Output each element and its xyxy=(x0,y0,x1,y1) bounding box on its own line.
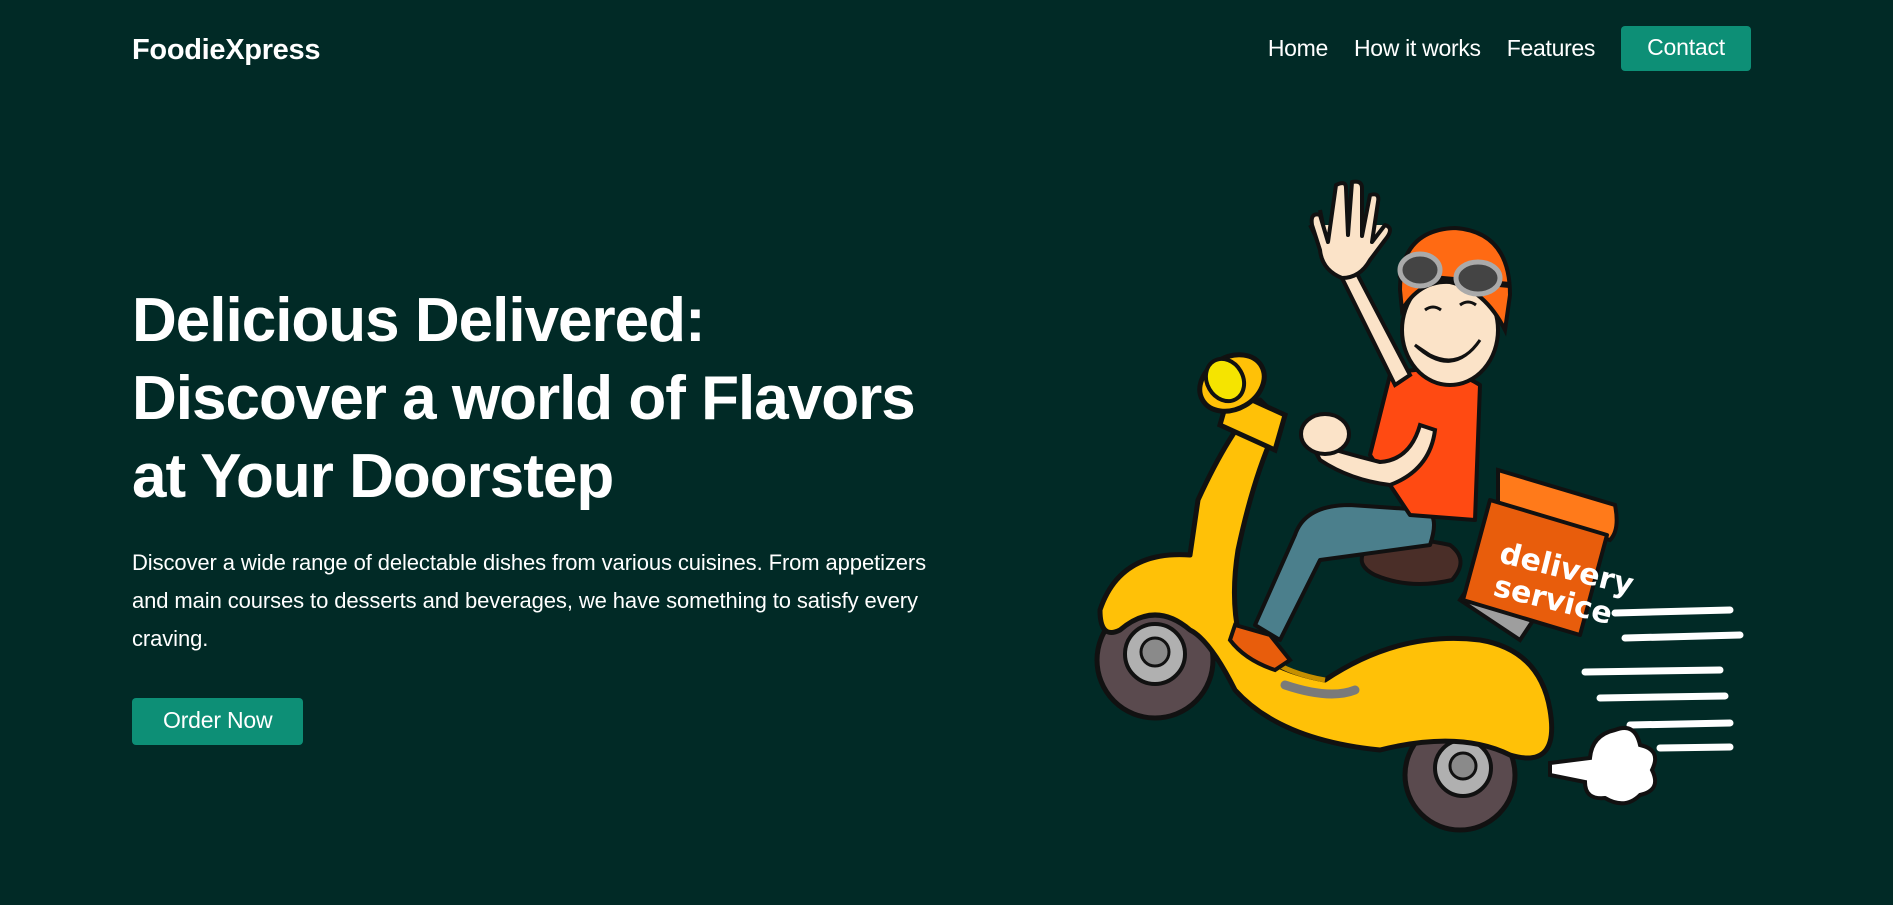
nav-link-how-it-works[interactable]: How it works xyxy=(1354,35,1481,62)
navbar: FoodieXpress Home How it works Features … xyxy=(0,0,1893,100)
nav-link-home[interactable]: Home xyxy=(1268,35,1328,62)
hero-title: Delicious Delivered: Discover a world of… xyxy=(132,282,952,516)
speed-lines xyxy=(1581,606,1744,752)
nav-link-features[interactable]: Features xyxy=(1507,35,1596,62)
brand-logo[interactable]: FoodieXpress xyxy=(132,34,320,67)
delivery-scooter-illustration: delivery service xyxy=(1080,170,1760,850)
rider-head xyxy=(1397,225,1513,387)
order-now-button[interactable]: Order Now xyxy=(132,698,304,745)
hero-description: Discover a wide range of delectable dish… xyxy=(132,550,927,651)
hero-section: Delicious Delivered: Discover a world of… xyxy=(132,282,952,745)
delivery-scooter-graphic: delivery service xyxy=(1094,179,1744,833)
contact-button[interactable]: Contact xyxy=(1621,26,1751,71)
exhaust-puff xyxy=(1548,725,1657,806)
hero-title-line-1: Delicious Delivered: xyxy=(132,286,706,355)
nav-links: Home How it works Features Contact xyxy=(1268,26,1751,71)
hero-title-line-3: at Your Doorstep xyxy=(132,442,614,511)
hero-title-line-2: Discover a world of Flavors xyxy=(132,364,916,433)
